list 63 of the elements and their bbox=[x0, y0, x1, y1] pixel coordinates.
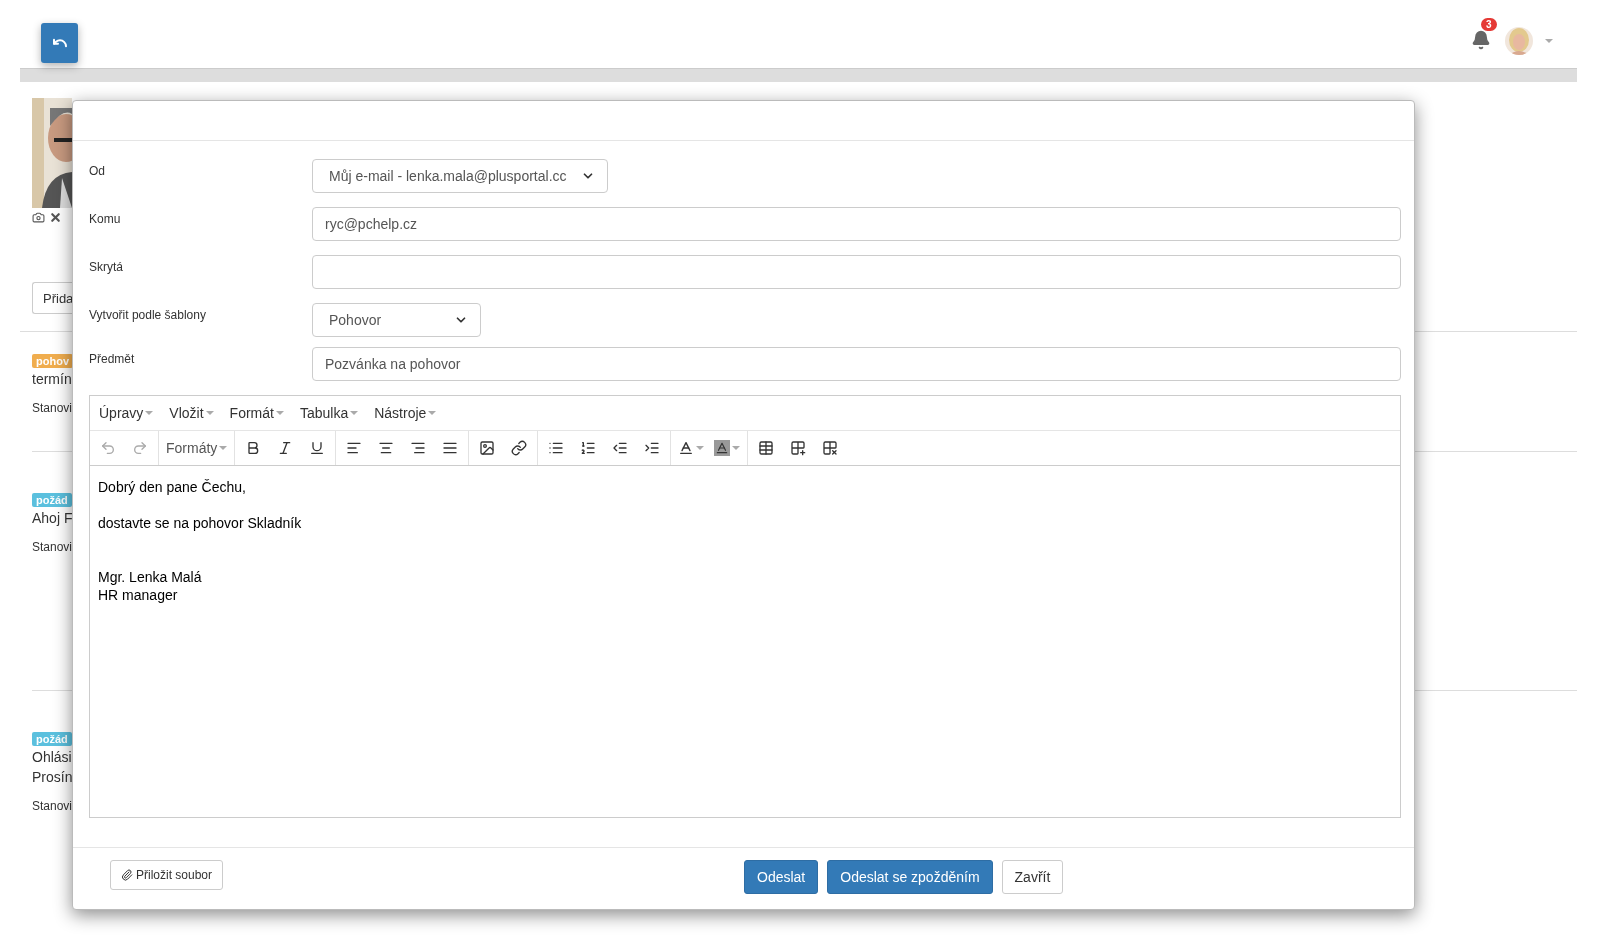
caret-icon bbox=[428, 410, 437, 416]
paragraph: Dobrý den pane Čechu, bbox=[98, 478, 247, 496]
dialog-button[interactable]: Odeslat bbox=[744, 860, 819, 894]
editor-menu-item[interactable]: Nástroje bbox=[374, 405, 437, 421]
editor-menu-item[interactable]: Formát bbox=[229, 405, 284, 421]
close-icon[interactable] bbox=[49, 211, 62, 224]
link-icon bbox=[511, 440, 528, 456]
paragraph: dostavte se na pohovor Skladník bbox=[98, 514, 303, 532]
item-meta: Stanovi bbox=[32, 401, 73, 415]
highlight-icon bbox=[714, 440, 731, 456]
indent-icon bbox=[644, 440, 661, 456]
undo-icon bbox=[100, 440, 116, 456]
attach-file-button[interactable]: Přiložit soubor bbox=[110, 860, 224, 890]
caret-icon bbox=[275, 410, 284, 416]
field-label: Skrytá bbox=[89, 259, 124, 274]
input-field[interactable]: ryc@pchelp.cz bbox=[312, 207, 1401, 241]
camera-icon[interactable] bbox=[32, 211, 45, 224]
image-icon bbox=[479, 440, 496, 456]
input-field[interactable] bbox=[312, 255, 1401, 289]
underline-icon bbox=[309, 440, 326, 456]
item-text: termín bbox=[32, 370, 72, 389]
item-text: Prosín bbox=[32, 768, 73, 787]
dialog-button[interactable]: Zavřít bbox=[1001, 860, 1064, 894]
status-tag: požád bbox=[32, 732, 72, 746]
status-tag: požád bbox=[32, 493, 72, 507]
formats-dropdown[interactable]: Formáty bbox=[163, 434, 231, 462]
field-label: Předmět bbox=[89, 351, 136, 366]
caret-icon bbox=[1545, 38, 1553, 44]
notification-bell-icon[interactable] bbox=[1471, 30, 1491, 50]
notification-count: 3 bbox=[1481, 18, 1497, 31]
field-label: Komu bbox=[89, 211, 122, 226]
field-label: Od bbox=[89, 163, 106, 178]
editor-menu-item[interactable]: Tabulka bbox=[299, 405, 359, 421]
status-tag: pohov bbox=[32, 354, 73, 368]
field-label: Vytvořit podle šablony bbox=[89, 307, 207, 322]
signature: Mgr. Lenka Malá HR manager bbox=[98, 568, 203, 604]
item-text: Ahoj F bbox=[32, 509, 73, 528]
numbered-list-icon bbox=[580, 440, 597, 456]
item-text: Ohlási bbox=[32, 748, 72, 767]
back-button[interactable] bbox=[41, 23, 78, 63]
align-left-icon bbox=[346, 440, 363, 456]
delete-table-icon bbox=[822, 440, 839, 456]
input-field[interactable]: Pozvánka na pohovor bbox=[312, 347, 1401, 381]
table-icon bbox=[758, 440, 775, 456]
caret-icon bbox=[205, 410, 214, 416]
item-meta: Stanovi bbox=[32, 799, 73, 813]
editor-menu-item[interactable]: Úpravy bbox=[99, 405, 154, 421]
text-color-icon bbox=[678, 440, 695, 456]
insert-row-icon bbox=[790, 440, 807, 456]
select-field[interactable]: Pohovor bbox=[312, 303, 481, 337]
editor-menu-item[interactable]: Vložit bbox=[169, 405, 214, 421]
outdent-icon bbox=[612, 440, 629, 456]
align-right-icon bbox=[410, 440, 427, 456]
justify-icon bbox=[442, 440, 459, 456]
item-meta: Stanovi bbox=[32, 540, 73, 554]
caret-icon bbox=[350, 410, 359, 416]
caret-icon bbox=[145, 410, 154, 416]
align-center-icon bbox=[378, 440, 395, 456]
select-field[interactable]: Můj e-mail - lenka.mala@plusportal.cc bbox=[312, 159, 608, 193]
dialog-button[interactable]: Odeslat se zpožděním bbox=[827, 860, 993, 894]
paperclip-icon bbox=[121, 869, 133, 881]
bullet-list-icon bbox=[548, 440, 565, 456]
redo-icon bbox=[132, 440, 148, 456]
